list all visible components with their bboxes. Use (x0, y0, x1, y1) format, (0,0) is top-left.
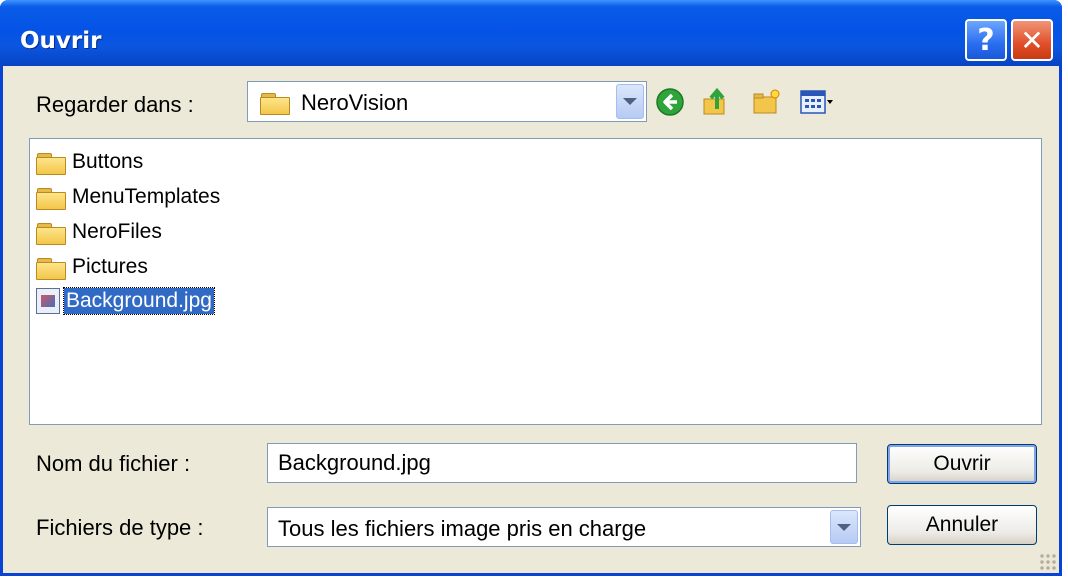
filename-label: Nom du fichier : (36, 451, 191, 476)
chevron-down-icon (837, 523, 851, 531)
help-icon: ? (977, 22, 995, 58)
filetype-select[interactable]: Tous les fichiers image pris en charge (267, 507, 861, 547)
filetype-value: Tous les fichiers image pris en charge (278, 516, 647, 541)
list-item-label: Pictures (72, 255, 148, 278)
list-item[interactable]: Buttons (36, 147, 145, 177)
open-dialog: Ouvrir ? ✕ Regarder dans : NeroVision Bu… (0, 0, 1062, 576)
list-item-label: Background.jpg (63, 287, 215, 315)
up-folder-icon[interactable] (701, 87, 731, 117)
open-button-label: Ouvrir (933, 452, 991, 475)
back-icon[interactable] (655, 87, 685, 117)
filename-value: Background.jpg (278, 450, 431, 475)
close-button[interactable]: ✕ (1011, 19, 1053, 61)
new-folder-icon[interactable] (751, 87, 781, 117)
title-bar[interactable]: Ouvrir ? ✕ (0, 0, 1062, 66)
folder-icon (36, 186, 66, 210)
help-button[interactable]: ? (965, 19, 1007, 61)
lookin-select[interactable]: NeroVision (247, 81, 647, 122)
lookin-dropdown-button[interactable] (616, 84, 644, 119)
filetype-dropdown-button[interactable] (830, 510, 858, 544)
window-title: Ouvrir (20, 28, 102, 54)
folder-icon (36, 151, 66, 175)
file-list[interactable]: Buttons MenuTemplates NeroFiles Pictures… (29, 138, 1042, 425)
filetype-label: Fichiers de type : (36, 515, 204, 540)
chevron-down-icon (623, 98, 637, 105)
close-icon: ✕ (1020, 23, 1044, 57)
resize-grip[interactable] (1039, 553, 1057, 571)
image-file-icon (36, 288, 60, 314)
list-item[interactable]: MenuTemplates (36, 182, 222, 212)
folder-icon (36, 256, 66, 280)
cancel-button-label: Annuler (925, 513, 999, 536)
list-item-selected[interactable]: Background.jpg (36, 286, 215, 316)
list-item[interactable]: NeroFiles (36, 217, 164, 247)
lookin-value: NeroVision (301, 90, 409, 115)
list-item-label: NeroFiles (72, 220, 162, 243)
view-menu-icon[interactable] (799, 87, 835, 117)
list-item-label: MenuTemplates (72, 185, 221, 208)
cancel-button[interactable]: Annuler (887, 505, 1037, 545)
folder-icon (36, 221, 66, 245)
list-item-label: Buttons (72, 150, 144, 173)
filename-input[interactable]: Background.jpg (267, 443, 857, 483)
list-item[interactable]: Pictures (36, 252, 150, 282)
folder-icon (260, 91, 290, 115)
open-button[interactable]: Ouvrir (887, 444, 1037, 484)
lookin-label: Regarder dans : (36, 92, 194, 117)
